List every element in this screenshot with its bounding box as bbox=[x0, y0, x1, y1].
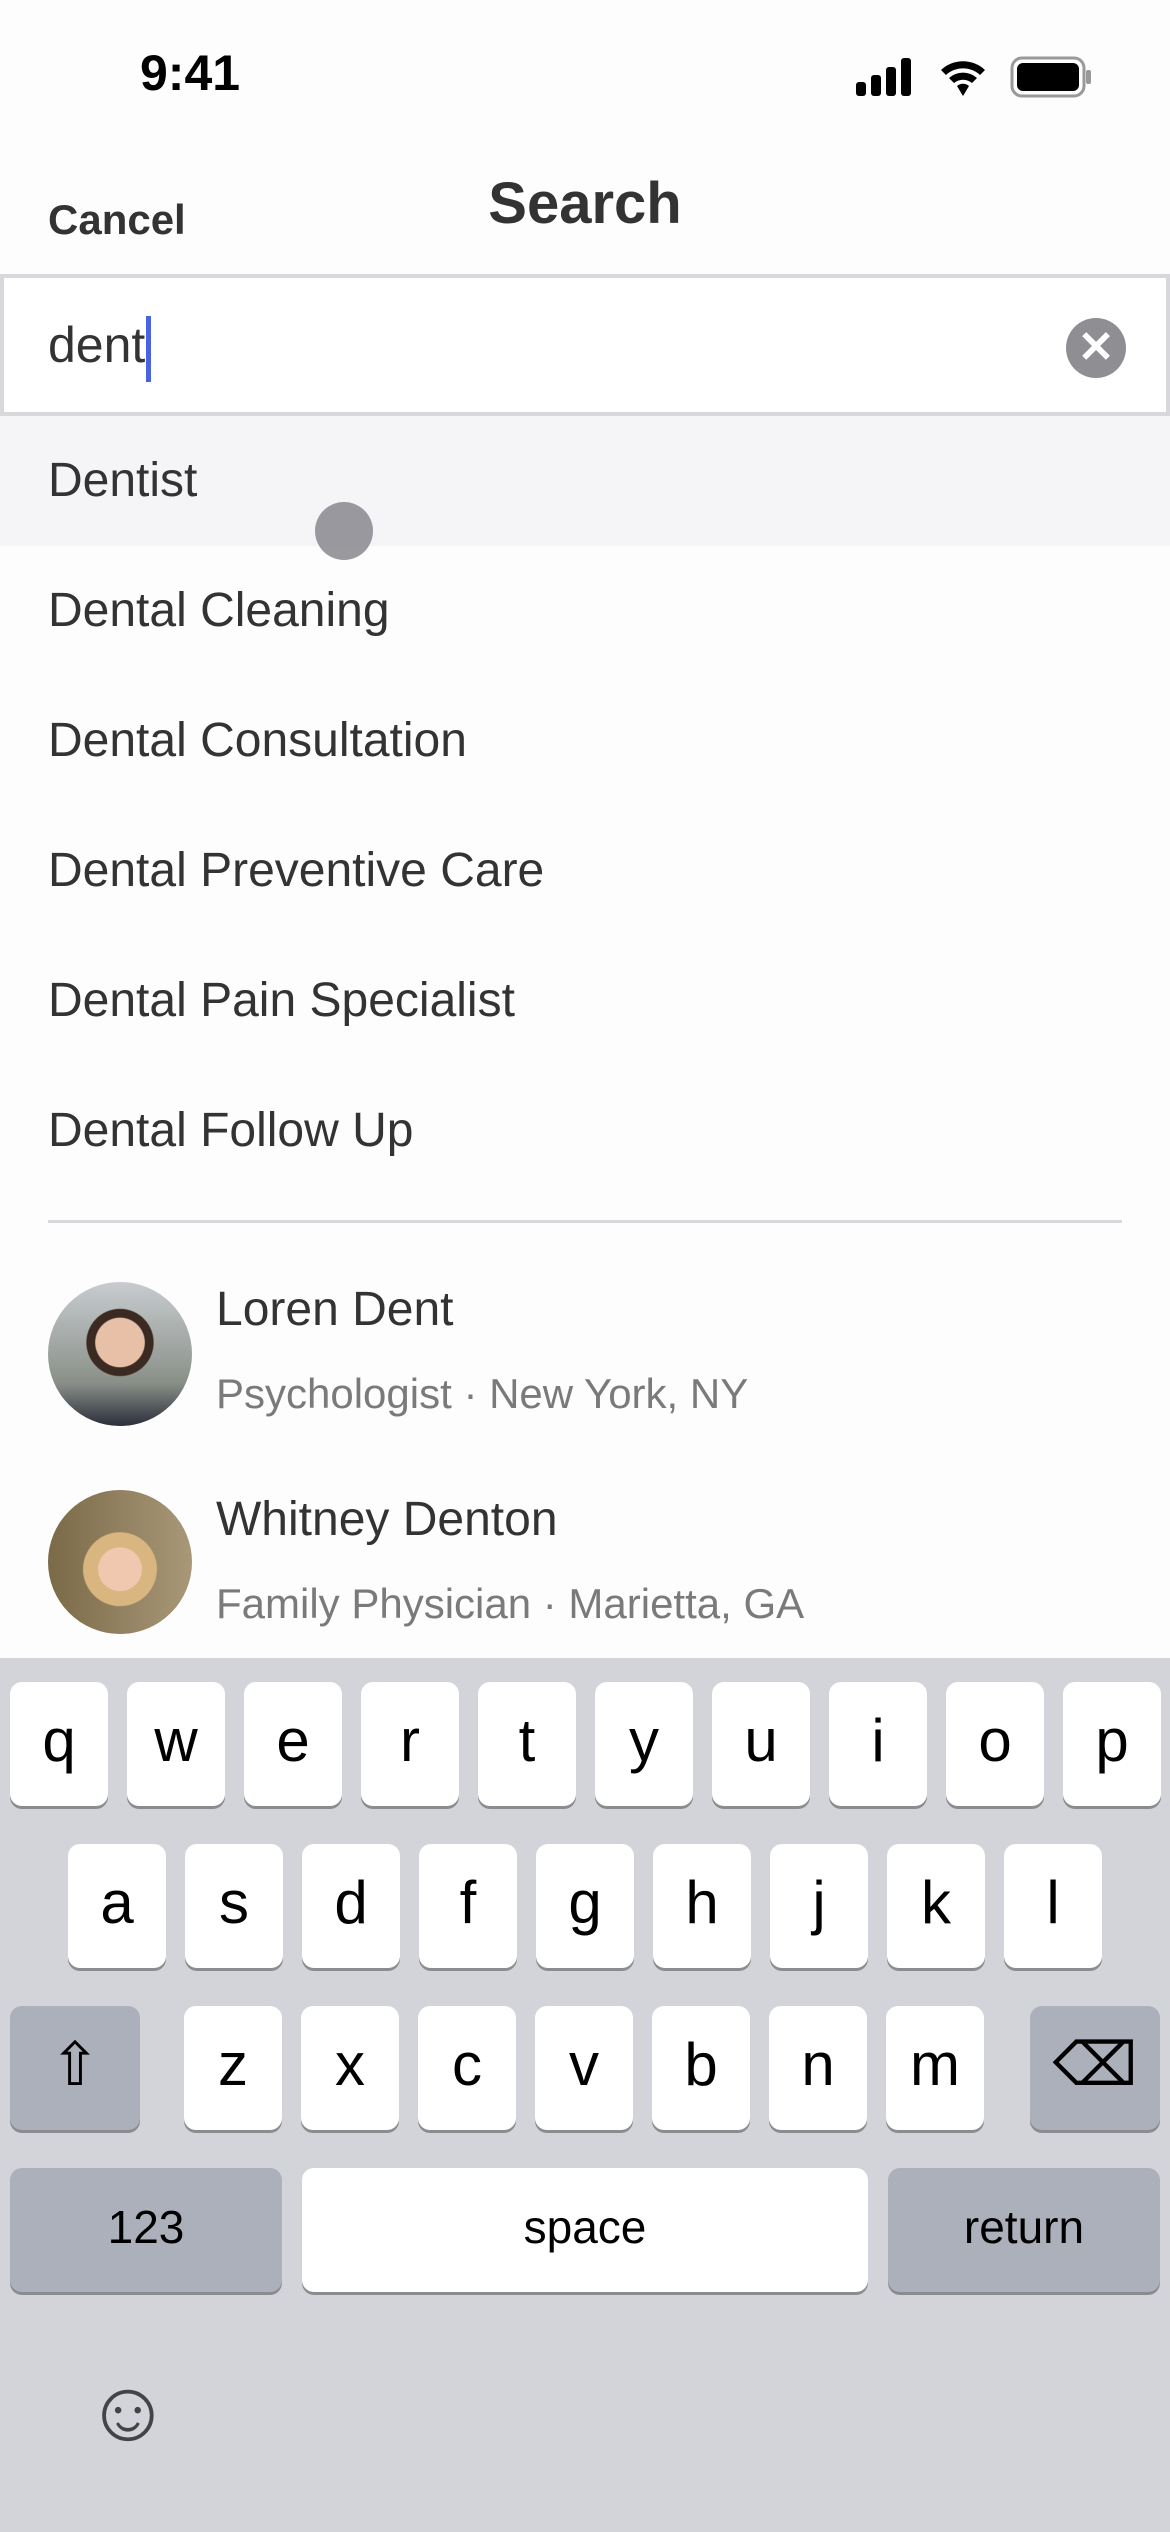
wifi-icon bbox=[938, 56, 988, 103]
key-t[interactable]: t bbox=[478, 1682, 576, 1806]
avatar bbox=[48, 1282, 192, 1426]
key-f[interactable]: f bbox=[419, 1844, 517, 1968]
avatar bbox=[48, 1490, 192, 1634]
key-m[interactable]: m bbox=[886, 2006, 984, 2130]
key-e[interactable]: e bbox=[244, 1682, 342, 1806]
key-u[interactable]: u bbox=[712, 1682, 810, 1806]
suggestion-item[interactable]: Dental Preventive Care bbox=[0, 806, 1170, 936]
key-d[interactable]: d bbox=[302, 1844, 400, 1968]
delete-key[interactable]: ⌫ bbox=[1030, 2006, 1160, 2130]
key-w[interactable]: w bbox=[127, 1682, 225, 1806]
key-p[interactable]: p bbox=[1063, 1682, 1161, 1806]
provider-subtitle: Family Physician · Marietta, GA bbox=[216, 1580, 805, 1627]
status-time: 9:41 bbox=[140, 45, 241, 101]
suggestion-item[interactable]: Dental Cleaning bbox=[0, 546, 1170, 676]
divider bbox=[48, 1220, 1122, 1223]
key-o[interactable]: o bbox=[946, 1682, 1044, 1806]
key-y[interactable]: y bbox=[595, 1682, 693, 1806]
page-title: Search bbox=[488, 171, 682, 236]
key-r[interactable]: r bbox=[361, 1682, 459, 1806]
suggestion-item[interactable]: Dentist bbox=[0, 416, 1170, 546]
key-a[interactable]: a bbox=[68, 1844, 166, 1968]
touch-indicator bbox=[315, 502, 373, 560]
signal-icon bbox=[856, 58, 914, 96]
key-n[interactable]: n bbox=[769, 2006, 867, 2130]
suggestion-item[interactable]: Dental Consultation bbox=[0, 676, 1170, 806]
space-key[interactable]: space bbox=[302, 2168, 868, 2292]
numbers-key[interactable]: 123 bbox=[10, 2168, 282, 2292]
keyboard: qwertyuiop asdfghjkl zxcvbnm ⇧ ⌫ 123 space… bbox=[0, 1658, 1170, 2532]
key-i[interactable]: i bbox=[829, 1682, 927, 1806]
battery-icon bbox=[1010, 56, 1092, 105]
text-caret bbox=[146, 316, 152, 382]
key-l[interactable]: l bbox=[1004, 1844, 1102, 1968]
key-j[interactable]: j bbox=[770, 1844, 868, 1968]
search-query: dent bbox=[48, 317, 146, 374]
key-h[interactable]: h bbox=[653, 1844, 751, 1968]
return-key[interactable]: return bbox=[888, 2168, 1160, 2292]
key-z[interactable]: z bbox=[184, 2006, 282, 2130]
key-s[interactable]: s bbox=[185, 1844, 283, 1968]
key-b[interactable]: b bbox=[652, 2006, 750, 2130]
key-g[interactable]: g bbox=[536, 1844, 634, 1968]
suggestion-item[interactable]: Dental Follow Up bbox=[0, 1066, 1170, 1196]
key-v[interactable]: v bbox=[535, 2006, 633, 2130]
search-input[interactable]: dent ✕ bbox=[0, 274, 1170, 416]
key-x[interactable]: x bbox=[301, 2006, 399, 2130]
provider-subtitle: Psychologist · New York, NY bbox=[216, 1370, 749, 1417]
shift-key[interactable]: ⇧ bbox=[10, 2006, 140, 2130]
key-k[interactable]: k bbox=[887, 1844, 985, 1968]
key-q[interactable]: q bbox=[10, 1682, 108, 1806]
provider-name: Loren Dent bbox=[216, 1283, 454, 1336]
suggestion-item[interactable]: Dental Pain Specialist bbox=[0, 936, 1170, 1066]
clear-icon[interactable]: ✕ bbox=[1066, 318, 1126, 378]
emoji-icon[interactable]: ☺ bbox=[84, 2366, 172, 2456]
key-c[interactable]: c bbox=[418, 2006, 516, 2130]
provider-name: Whitney Denton bbox=[216, 1493, 558, 1546]
